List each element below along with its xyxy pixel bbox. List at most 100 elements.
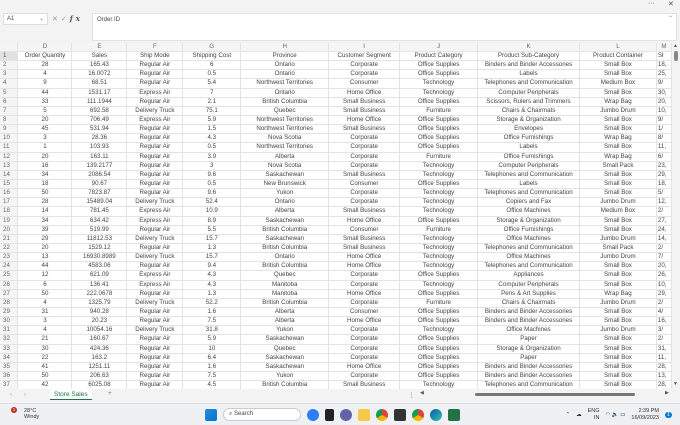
cell[interactable]: 165.43 — [71, 60, 128, 71]
cell[interactable]: 9.4 — [182, 261, 242, 272]
cell[interactable]: Saskachewan — [240, 216, 330, 226]
cell[interactable]: Furniture — [399, 152, 479, 162]
row-header[interactable]: 21 — [0, 234, 19, 244]
cell[interactable]: Office Supplies — [399, 60, 479, 71]
cell[interactable]: 206.63 — [71, 371, 128, 382]
row-header[interactable]: 35 — [0, 362, 19, 372]
cell[interactable]: 222.0678 — [71, 289, 128, 299]
row-header[interactable]: 26 — [0, 280, 19, 290]
cell[interactable]: Wrap Bag — [579, 133, 657, 144]
row-header[interactable]: 30 — [0, 316, 19, 327]
row-header[interactable]: 3 — [0, 69, 19, 80]
header-cell[interactable]: Sales — [71, 51, 128, 62]
cell[interactable]: Office Supplies — [399, 362, 479, 372]
cell[interactable]: Copiers and Fax — [477, 197, 580, 208]
column-header-E[interactable]: E — [71, 43, 128, 52]
cell[interactable]: Furniture — [399, 298, 479, 308]
cell[interactable]: Office Supplies — [399, 353, 479, 363]
cell[interactable]: 621.09 — [71, 270, 128, 281]
cell[interactable]: 4.5 — [182, 380, 242, 389]
cell[interactable]: British Columbia — [240, 225, 330, 235]
header-cell[interactable]: Product Sub-Category — [477, 51, 580, 62]
cell[interactable]: Office Furnishings — [477, 133, 580, 144]
row-header[interactable]: 18 — [0, 206, 19, 217]
row-header[interactable]: 24 — [0, 261, 19, 272]
cell[interactable]: Delivery Truck — [126, 106, 184, 116]
row-header[interactable]: 15 — [0, 179, 19, 190]
cell[interactable]: 44 — [17, 88, 73, 98]
cell[interactable]: British Columbia — [240, 298, 330, 308]
cell[interactable]: 31.8 — [182, 325, 242, 336]
cell[interactable]: Regular Air — [126, 225, 184, 235]
cell[interactable]: Home Office — [328, 261, 401, 272]
cell[interactable]: 18, — [656, 60, 672, 71]
header-cell[interactable]: Ship Mode — [126, 51, 184, 62]
column-header-M[interactable]: M — [656, 43, 672, 52]
cell[interactable]: 33 — [17, 97, 73, 107]
row-header[interactable]: 28 — [0, 298, 19, 308]
cell[interactable]: Telephones and Communication — [477, 188, 580, 199]
scroll-right-icon[interactable]: ▶ — [665, 390, 669, 396]
cell[interactable]: 2/ — [656, 298, 672, 308]
cell[interactable]: Office Supplies — [399, 216, 479, 226]
cell[interactable]: 7/ — [656, 252, 672, 263]
add-sheet-button[interactable]: + — [108, 390, 112, 397]
header-cell[interactable]: Shipping Cost — [182, 51, 242, 62]
cell[interactable]: Office Machines — [477, 325, 580, 336]
cell[interactable]: Wrap Bag — [579, 152, 657, 162]
cell[interactable]: Computer Peripherals — [477, 280, 580, 290]
cell[interactable]: Small Box — [579, 316, 657, 327]
cell[interactable]: Regular Air — [126, 69, 184, 80]
cell[interactable]: 1 — [17, 142, 73, 153]
excel-icon[interactable] — [448, 408, 460, 421]
row-header[interactable]: 32 — [0, 334, 19, 345]
cell[interactable]: 4.3 — [182, 280, 242, 290]
header-cell[interactable]: Sł — [656, 51, 672, 62]
cell[interactable]: Storage & Organization — [477, 216, 580, 226]
cell[interactable]: Small Box — [579, 334, 657, 345]
cell[interactable]: 10.9 — [182, 206, 242, 217]
row-header[interactable]: 16 — [0, 188, 19, 199]
cell[interactable]: 163.2 — [71, 353, 128, 363]
cell[interactable]: 28, — [656, 380, 672, 389]
cell[interactable]: Regular Air — [126, 316, 184, 327]
cell[interactable]: 9/ — [656, 115, 672, 126]
cell[interactable]: Regular Air — [126, 380, 184, 389]
cell[interactable]: Regular Air — [126, 243, 184, 254]
sheet-nav-arrows[interactable]: ‹ › — [10, 391, 31, 398]
cell[interactable]: 1529.12 — [71, 243, 128, 254]
app-icon[interactable] — [394, 408, 406, 421]
clock[interactable]: 2:39 PM 16/09/2023 — [631, 408, 659, 422]
cell[interactable]: Small Business — [328, 243, 401, 254]
cell[interactable]: Regular Air — [126, 261, 184, 272]
cell[interactable]: Technology — [399, 261, 479, 272]
cell[interactable]: Ontario — [240, 88, 330, 98]
cell[interactable]: Home Office — [328, 252, 401, 263]
cell[interactable]: Jumbo Drum — [579, 252, 657, 263]
row-header[interactable]: 5 — [0, 88, 19, 98]
more-options-button[interactable]: ··· — [648, 0, 655, 7]
cell[interactable]: 20 — [17, 115, 73, 126]
cell[interactable]: Regular Air — [126, 307, 184, 318]
cell[interactable]: 90.67 — [71, 179, 128, 190]
cell[interactable]: 13 — [17, 252, 73, 263]
column-header-I[interactable]: I — [328, 43, 401, 52]
cell[interactable]: Small Pack — [579, 161, 657, 171]
cell[interactable]: Small Business — [328, 106, 401, 116]
cell[interactable]: 4583.06 — [71, 261, 128, 272]
cell[interactable]: Corporate — [328, 152, 401, 162]
cell[interactable]: 4/ — [656, 307, 672, 318]
cell[interactable]: 12 — [17, 270, 73, 281]
cell[interactable]: Medium Box — [579, 206, 657, 217]
header-cell[interactable]: Customer Segment — [328, 51, 401, 62]
row-header[interactable]: 31 — [0, 325, 19, 336]
cell[interactable]: Labels — [477, 69, 580, 80]
column-header-J[interactable]: J — [399, 43, 479, 52]
cell[interactable]: Appliances — [477, 270, 580, 281]
cell[interactable]: 424.36 — [71, 344, 128, 354]
cell[interactable]: Regular Air — [126, 97, 184, 107]
cell[interactable]: 29 — [17, 234, 73, 244]
cell[interactable]: Labels — [477, 179, 580, 190]
cell[interactable]: 139.2177 — [71, 161, 128, 171]
cell[interactable]: 41 — [17, 362, 73, 372]
